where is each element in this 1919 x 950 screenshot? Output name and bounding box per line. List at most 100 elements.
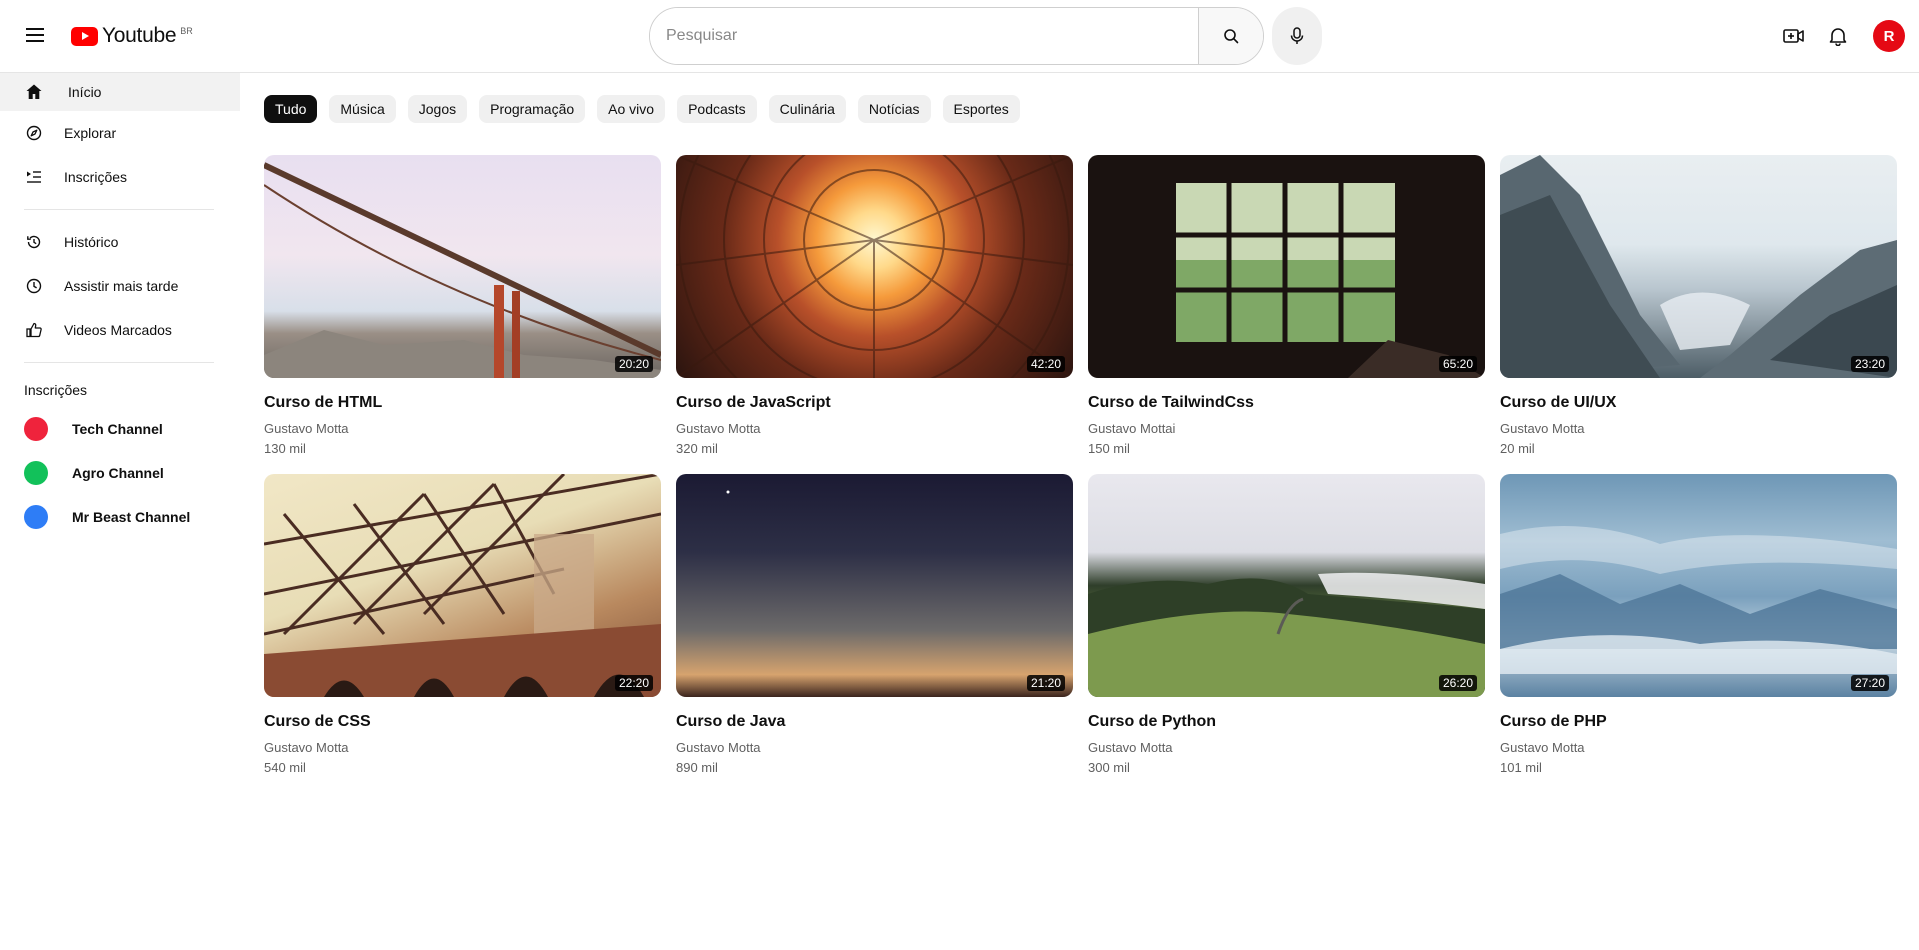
video-thumbnail[interactable]: 26:20 <box>1088 474 1485 697</box>
search-input[interactable] <box>650 8 1198 64</box>
video-views: 890 mil <box>676 760 718 775</box>
video-duration: 21:20 <box>1026 675 1065 691</box>
video-duration: 65:20 <box>1438 356 1477 372</box>
video-channel[interactable]: Gustavo Motta <box>1088 740 1485 755</box>
video-views: 300 mil <box>1088 760 1130 775</box>
chip-programacao[interactable]: Programação <box>479 95 586 123</box>
video-thumbnail[interactable]: 21:20 <box>676 474 1073 697</box>
video-card[interactable]: 26:20 Curso de Python Gustavo Motta 300 … <box>1088 474 1485 775</box>
video-views: 20 mil <box>1500 441 1535 456</box>
channel-avatar <box>24 417 48 441</box>
chip-jogos[interactable]: Jogos <box>407 95 468 123</box>
video-duration: 20:20 <box>614 356 653 372</box>
user-avatar[interactable]: R <box>1873 20 1905 52</box>
home-icon <box>24 82 44 102</box>
subscriptions-icon <box>24 167 44 187</box>
video-card[interactable]: 21:20 Curso de Java Gustavo Motta 890 mi… <box>676 474 1073 775</box>
chip-tudo[interactable]: Tudo <box>264 95 318 123</box>
chip-noticias[interactable]: Notícias <box>857 95 931 123</box>
sidebar-item-videos-marcados[interactable]: Videos Marcados <box>0 308 240 352</box>
sidebar-item-inicio[interactable]: Início <box>0 73 240 111</box>
sidebar-item-label: Assistir mais tarde <box>64 278 179 294</box>
chip-culinaria[interactable]: Culinária <box>768 95 846 123</box>
video-card[interactable]: 42:20 Curso de JavaScript Gustavo Motta … <box>676 155 1073 456</box>
video-duration: 22:20 <box>614 675 653 691</box>
channel-agro[interactable]: Agro Channel <box>0 451 240 495</box>
video-title[interactable]: Curso de Python <box>1088 713 1485 731</box>
logo-text: Youtube <box>102 24 177 47</box>
video-views: 150 mil <box>1088 441 1130 456</box>
channel-avatar <box>24 461 48 485</box>
video-views: 130 mil <box>264 441 306 456</box>
chip-esportes[interactable]: Esportes <box>942 95 1020 123</box>
search-button[interactable] <box>1198 8 1263 64</box>
youtube-play-icon <box>71 26 98 46</box>
video-thumbnail[interactable]: 42:20 <box>676 155 1073 378</box>
video-views: 540 mil <box>264 760 306 775</box>
video-duration: 42:20 <box>1026 356 1065 372</box>
video-thumbnail[interactable]: 20:20 <box>264 155 661 378</box>
sidebar-item-inscricoes[interactable]: Inscrições <box>0 155 240 199</box>
sidebar-item-label: Histórico <box>64 234 119 250</box>
video-channel[interactable]: Gustavo Motta <box>1500 740 1897 755</box>
sidebar-item-label: Videos Marcados <box>64 322 172 338</box>
sidebar-item-label: Início <box>68 84 102 100</box>
video-channel[interactable]: Gustavo Motta <box>676 421 1073 436</box>
subscriptions-heading: Inscrições <box>24 382 88 398</box>
category-chips: Tudo Música Jogos Programação Ao vivo Po… <box>264 95 1020 123</box>
sidebar: Início Explorar Inscrições Histórico Ass… <box>0 73 240 539</box>
video-title[interactable]: Curso de UI/UX <box>1500 394 1897 412</box>
video-channel[interactable]: Gustavo Motta <box>1500 421 1897 436</box>
video-thumbnail[interactable]: 65:20 <box>1088 155 1485 378</box>
video-card[interactable]: 65:20 Curso de TailwindCss Gustavo Motta… <box>1088 155 1485 456</box>
channel-name: Mr Beast Channel <box>72 509 191 525</box>
bell-icon <box>1829 28 1847 46</box>
channel-mr-beast[interactable]: Mr Beast Channel <box>0 495 240 539</box>
video-add-icon <box>1783 29 1804 43</box>
search-icon <box>1224 29 1239 44</box>
search-bar <box>649 7 1264 65</box>
microphone-icon <box>1290 27 1304 44</box>
video-title[interactable]: Curso de JavaScript <box>676 394 1073 412</box>
video-duration: 26:20 <box>1438 675 1477 691</box>
video-channel[interactable]: Gustavo Mottai <box>1088 421 1485 436</box>
video-card[interactable]: 23:20 Curso de UI/UX Gustavo Motta 20 mi… <box>1500 155 1897 456</box>
video-channel[interactable]: Gustavo Motta <box>676 740 1073 755</box>
voice-search-button[interactable] <box>1272 7 1322 65</box>
chip-ao-vivo[interactable]: Ao vivo <box>597 95 666 123</box>
top-header: Youtube BR R <box>0 0 1919 73</box>
sidebar-item-explorar[interactable]: Explorar <box>0 111 240 155</box>
video-card[interactable]: 20:20 Curso de HTML Gustavo Motta 130 mi… <box>264 155 661 456</box>
youtube-logo[interactable]: Youtube BR <box>71 24 193 48</box>
video-card[interactable]: 22:20 Curso de CSS Gustavo Motta 540 mil <box>264 474 661 775</box>
video-duration: 23:20 <box>1850 356 1889 372</box>
create-video-button[interactable] <box>1780 22 1808 50</box>
chip-musica[interactable]: Música <box>329 95 396 123</box>
video-duration: 27:20 <box>1850 675 1889 691</box>
menu-icon[interactable] <box>20 20 50 50</box>
video-title[interactable]: Curso de Java <box>676 713 1073 731</box>
video-thumbnail[interactable]: 27:20 <box>1500 474 1897 697</box>
video-card[interactable]: 27:20 Curso de PHP Gustavo Motta 101 mil <box>1500 474 1897 775</box>
history-icon <box>24 232 44 252</box>
sidebar-item-historico[interactable]: Histórico <box>0 220 240 264</box>
clock-icon <box>24 276 44 296</box>
sidebar-item-label: Inscrições <box>64 169 128 185</box>
video-title[interactable]: Curso de HTML <box>264 394 661 412</box>
video-title[interactable]: Curso de TailwindCss <box>1088 394 1485 412</box>
video-title[interactable]: Curso de PHP <box>1500 713 1897 731</box>
thumbs-up-icon <box>24 320 44 340</box>
sidebar-divider <box>24 362 214 363</box>
video-thumbnail[interactable]: 23:20 <box>1500 155 1897 378</box>
compass-icon <box>24 123 44 143</box>
video-channel[interactable]: Gustavo Motta <box>264 421 661 436</box>
video-title[interactable]: Curso de CSS <box>264 713 661 731</box>
video-thumbnail[interactable]: 22:20 <box>264 474 661 697</box>
channel-tech[interactable]: Tech Channel <box>0 407 240 451</box>
video-views: 101 mil <box>1500 760 1542 775</box>
notifications-button[interactable] <box>1824 22 1852 50</box>
logo-region: BR <box>180 26 193 36</box>
chip-podcasts[interactable]: Podcasts <box>677 95 757 123</box>
sidebar-item-assistir-mais-tarde[interactable]: Assistir mais tarde <box>0 264 240 308</box>
video-channel[interactable]: Gustavo Motta <box>264 740 661 755</box>
